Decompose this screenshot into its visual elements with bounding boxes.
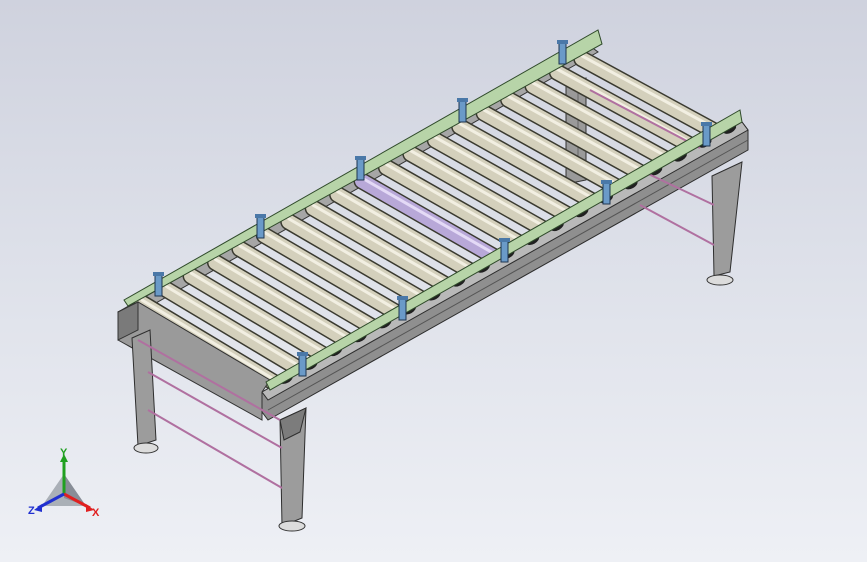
rail-bracket (557, 40, 568, 65)
roller-set (133, 50, 731, 394)
conveyor-model[interactable] (0, 0, 867, 562)
rail-bracket (457, 98, 468, 123)
rail-bracket (397, 296, 408, 321)
rail-bracket (601, 180, 612, 205)
right-front-leg (706, 161, 743, 286)
rail-bracket (701, 122, 712, 147)
left-front-leg (278, 407, 307, 532)
x-axis-label: X (92, 507, 100, 519)
rail-bracket (297, 352, 308, 377)
view-triad[interactable]: Y X Z (24, 448, 104, 528)
rail-bracket (355, 156, 366, 181)
z-axis-label: Z (28, 505, 35, 517)
rail-bracket (153, 272, 164, 297)
rail-bracket (499, 238, 510, 263)
cad-viewport[interactable]: Y X Z (0, 0, 867, 562)
rail-bracket (255, 214, 266, 239)
y-axis-label: Y (60, 448, 68, 459)
